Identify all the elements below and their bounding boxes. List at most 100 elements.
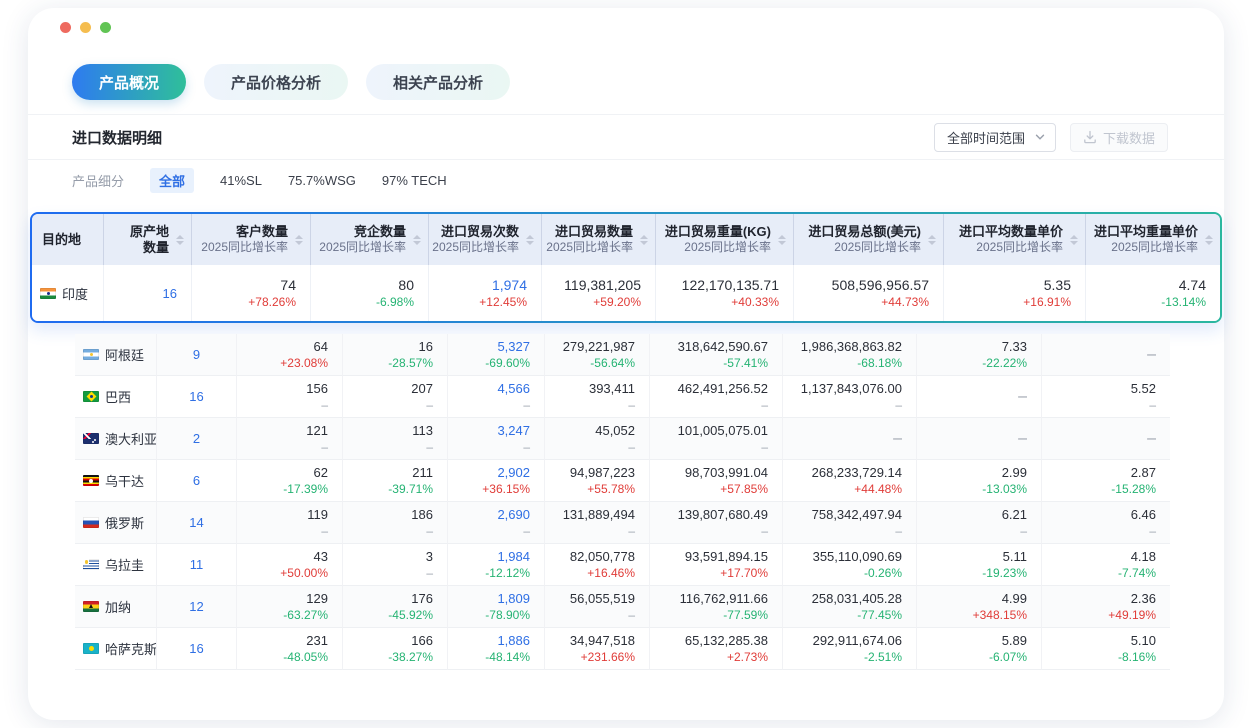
filter-option-all[interactable]: 全部 — [150, 168, 194, 193]
growth-rate: – — [761, 523, 768, 539]
sort-icon[interactable] — [413, 235, 421, 245]
cell-trade-count[interactable]: 5,327-69.60% — [448, 334, 545, 376]
cell-trade-quantity: 279,221,987-56.64% — [545, 334, 650, 376]
empty-value-dash: – — [893, 430, 902, 448]
column-header-trade-weight[interactable]: 进口贸易重量(KG)2025同比增长率 — [656, 214, 794, 265]
sort-icon[interactable] — [1205, 235, 1213, 245]
cell-origin-count[interactable]: 14 — [157, 502, 237, 544]
table-row-uruguay[interactable]: 乌拉圭1143+50.00%3–1,984-12.12%82,050,778+1… — [75, 544, 1170, 586]
metric-value[interactable]: 2,690 — [497, 506, 530, 523]
table-row-australia[interactable]: 澳大利亚2121–113–3,247–45,052–101,005,075.01… — [75, 418, 1170, 460]
column-title: 原产地 — [130, 224, 169, 240]
growth-rate: -57.41% — [723, 355, 768, 371]
cell-destination: 哈萨克斯坦 — [75, 628, 157, 670]
origin-count-value[interactable]: 14 — [189, 515, 203, 530]
pinned-table-row[interactable]: 印度1674+78.26%80-6.98%1,974+12.45%119,381… — [32, 265, 1220, 321]
cell-origin-count[interactable]: 11 — [157, 544, 237, 586]
column-header-avg-weight-price[interactable]: 进口平均重量单价2025同比增长率 — [1086, 214, 1220, 265]
tab-related-product-analysis[interactable]: 相关产品分析 — [366, 64, 510, 100]
sort-icon[interactable] — [526, 235, 534, 245]
metric-value: 5.52 — [1131, 380, 1156, 397]
cell-avg-quantity-price: 5.35+16.91% — [944, 265, 1086, 321]
download-data-button[interactable]: 下载数据 — [1070, 123, 1168, 152]
column-header-trade-count[interactable]: 进口贸易次数2025同比增长率 — [429, 214, 542, 265]
origin-count-value[interactable]: 6 — [193, 473, 200, 488]
window-minimize-icon[interactable] — [80, 22, 91, 33]
origin-count-value[interactable]: 11 — [190, 557, 204, 572]
metric-value: 122,170,135.71 — [682, 277, 779, 294]
cell-origin-count[interactable]: 2 — [157, 418, 237, 460]
column-header-competitor-count[interactable]: 竞企数量2025同比增长率 — [311, 214, 429, 265]
sort-icon[interactable] — [176, 235, 184, 245]
growth-rate: – — [426, 439, 433, 455]
metric-value: 2.99 — [1002, 464, 1027, 481]
tab-product-price-analysis[interactable]: 产品价格分析 — [204, 64, 348, 100]
cell-origin-count[interactable]: 16 — [157, 376, 237, 418]
column-title: 进口贸易次数 — [441, 224, 519, 240]
cell-customer-count: 121– — [237, 418, 343, 460]
cell-trade-count[interactable]: 3,247– — [448, 418, 545, 460]
column-header-avg-quantity-price[interactable]: 进口平均数量单价2025同比增长率 — [944, 214, 1086, 265]
cell-trade-quantity: 82,050,778+16.46% — [545, 544, 650, 586]
cell-avg-quantity-price: 5.11-19.23% — [917, 544, 1042, 586]
metric-value: 2.36 — [1131, 590, 1156, 607]
metric-value[interactable]: 5,327 — [497, 338, 530, 355]
metric-value[interactable]: 1,984 — [497, 548, 530, 565]
cell-trade-count[interactable]: 1,984-12.12% — [448, 544, 545, 586]
filter-option-757wsg[interactable]: 75.7%WSG — [288, 173, 356, 188]
cell-origin-count[interactable]: 9 — [157, 334, 237, 376]
cell-origin-count[interactable]: 16 — [104, 265, 192, 321]
sort-icon[interactable] — [295, 235, 303, 245]
sort-icon[interactable] — [778, 235, 786, 245]
metric-value: 65,132,285.38 — [685, 632, 768, 649]
metric-value[interactable]: 1,974 — [492, 277, 527, 294]
sort-icon[interactable] — [1070, 235, 1078, 245]
column-title: 数量 — [143, 240, 169, 256]
table-row-brazil[interactable]: 巴西16156–207–4,566–393,411–462,491,256.52… — [75, 376, 1170, 418]
cell-origin-count[interactable]: 12 — [157, 586, 237, 628]
growth-rate: -77.45% — [857, 607, 902, 623]
origin-count-value[interactable]: 2 — [193, 431, 200, 446]
table-row-russia[interactable]: 俄罗斯14119–186–2,690–131,889,494–139,807,6… — [75, 502, 1170, 544]
origin-count-value[interactable]: 16 — [189, 641, 203, 656]
column-header-trade-quantity[interactable]: 进口贸易数量2025同比增长率 — [542, 214, 656, 265]
metric-value[interactable]: 4,566 — [497, 380, 530, 397]
sort-icon[interactable] — [640, 235, 648, 245]
window-close-icon[interactable] — [60, 22, 71, 33]
cell-trade-count[interactable]: 1,886-48.14% — [448, 628, 545, 670]
time-range-select[interactable]: 全部时间范围 — [934, 123, 1056, 152]
table-row-kazakhstan[interactable]: 哈萨克斯坦16231-48.05%166-38.27%1,886-48.14%3… — [75, 628, 1170, 670]
cell-origin-count[interactable]: 16 — [157, 628, 237, 670]
column-header-origin-count[interactable]: 原产地数量 — [104, 214, 192, 265]
origin-count-value[interactable]: 16 — [163, 286, 177, 301]
growth-rate: +40.33% — [731, 294, 779, 310]
origin-count-value[interactable]: 9 — [193, 347, 200, 362]
window-maximize-icon[interactable] — [100, 22, 111, 33]
cell-trade-count[interactable]: 1,809-78.90% — [448, 586, 545, 628]
column-header-customer-count[interactable]: 客户数量2025同比增长率 — [192, 214, 311, 265]
table-row-ghana[interactable]: 加纳12129-63.27%176-45.92%1,809-78.90%56,0… — [75, 586, 1170, 628]
table-row-uganda[interactable]: 乌干达662-17.39%211-39.71%2,902+36.15%94,98… — [75, 460, 1170, 502]
metric-value[interactable]: 1,809 — [497, 590, 530, 607]
table-row-argentina[interactable]: 阿根廷964+23.08%16-28.57%5,327-69.60%279,22… — [75, 334, 1170, 376]
cell-trade-count[interactable]: 1,974+12.45% — [429, 265, 542, 321]
cell-trade-weight: 318,642,590.67-57.41% — [650, 334, 783, 376]
metric-value: 258,031,405.28 — [812, 590, 902, 607]
cell-origin-count[interactable]: 6 — [157, 460, 237, 502]
column-header-trade-amount[interactable]: 进口贸易总额(美元)2025同比增长率 — [794, 214, 944, 265]
cell-trade-count[interactable]: 2,690– — [448, 502, 545, 544]
metric-value: 758,342,497.94 — [812, 506, 902, 523]
origin-count-value[interactable]: 12 — [189, 599, 203, 614]
metric-value[interactable]: 1,886 — [497, 632, 530, 649]
filter-option-97tech[interactable]: 97% TECH — [382, 173, 447, 188]
origin-count-value[interactable]: 16 — [189, 389, 203, 404]
sort-icon[interactable] — [928, 235, 936, 245]
metric-value[interactable]: 3,247 — [497, 422, 530, 439]
growth-rate: – — [523, 397, 530, 413]
metric-value[interactable]: 2,902 — [497, 464, 530, 481]
metric-value: 292,911,674.06 — [813, 632, 902, 649]
cell-trade-count[interactable]: 4,566– — [448, 376, 545, 418]
cell-trade-count[interactable]: 2,902+36.15% — [448, 460, 545, 502]
filter-option-41sl[interactable]: 41%SL — [220, 173, 262, 188]
tab-product-overview[interactable]: 产品概况 — [72, 64, 186, 100]
